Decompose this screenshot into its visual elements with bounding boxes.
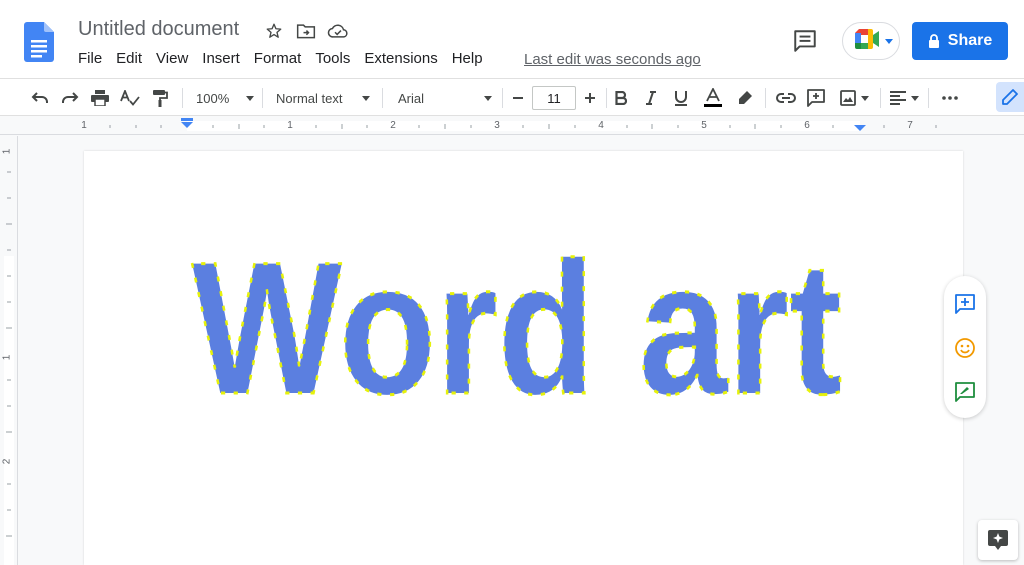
- bold-icon[interactable]: [610, 79, 632, 117]
- vertical-ruler[interactable]: 1 1 2: [0, 136, 18, 565]
- add-comment-side-icon[interactable]: [953, 292, 977, 316]
- align-button[interactable]: [886, 79, 922, 117]
- last-edit-link[interactable]: Last edit was seconds ago: [524, 51, 701, 68]
- explore-icon: [988, 530, 1008, 550]
- undo-icon[interactable]: [28, 79, 52, 117]
- insert-link-icon[interactable]: [773, 79, 799, 117]
- print-icon[interactable]: [88, 79, 112, 117]
- editing-mode-button[interactable]: [996, 82, 1024, 112]
- toolbar: 100% Normal text Arial 11: [0, 78, 1024, 116]
- zoom-caret-icon: [246, 95, 254, 101]
- menu-edit[interactable]: Edit: [116, 50, 142, 67]
- italic-icon[interactable]: [640, 79, 662, 117]
- font-caret-icon: [484, 95, 492, 101]
- title-icons: [262, 19, 350, 43]
- share-button[interactable]: Share: [912, 22, 1008, 60]
- menu-help[interactable]: Help: [452, 50, 483, 67]
- paragraph-style-value: Normal text: [276, 90, 343, 106]
- spellcheck-icon[interactable]: [118, 79, 142, 117]
- add-comment-icon[interactable]: [804, 79, 828, 117]
- toolbar-divider: [262, 88, 263, 108]
- highlight-color-icon[interactable]: [733, 79, 757, 117]
- menu-view[interactable]: View: [156, 50, 188, 67]
- style-caret-icon: [362, 95, 370, 101]
- share-label: Share: [947, 32, 993, 49]
- image-caret-icon: [860, 95, 869, 101]
- toolbar-divider: [880, 88, 881, 108]
- vruler-ticks: [6, 171, 12, 537]
- toolbar-divider: [928, 88, 929, 108]
- font-value: Arial: [398, 90, 425, 106]
- document-page[interactable]: Word art: [84, 151, 963, 565]
- explore-button[interactable]: [978, 520, 1018, 560]
- toolbar-divider: [382, 88, 383, 108]
- increase-font-size-icon[interactable]: [578, 79, 602, 117]
- menu-tools[interactable]: Tools: [315, 50, 350, 67]
- lock-icon: [928, 34, 939, 48]
- align-caret-icon: [910, 95, 919, 101]
- paragraph-style-select[interactable]: Normal text: [270, 79, 376, 117]
- suggest-edits-icon[interactable]: [953, 380, 977, 404]
- toolbar-divider: [182, 88, 183, 108]
- zoom-select[interactable]: 100%: [190, 79, 260, 117]
- toolbar-divider: [606, 88, 607, 108]
- meet-caret-icon: [885, 38, 893, 44]
- insert-image-button[interactable]: [834, 79, 874, 117]
- comment-history-icon[interactable]: [792, 28, 820, 54]
- emoji-reaction-icon[interactable]: [953, 336, 977, 360]
- text-color-icon[interactable]: [701, 79, 725, 117]
- move-folder-icon[interactable]: [294, 19, 318, 43]
- toolbar-divider: [765, 88, 766, 108]
- more-options-icon[interactable]: [938, 79, 962, 117]
- font-select[interactable]: Arial: [392, 79, 498, 117]
- font-size-input[interactable]: 11: [532, 86, 576, 110]
- floating-side-actions: [944, 276, 986, 418]
- redo-icon[interactable]: [58, 79, 82, 117]
- word-art-text[interactable]: Word art: [191, 243, 844, 413]
- menu-extensions[interactable]: Extensions: [364, 50, 437, 67]
- menu-bar: File Edit View Insert Format Tools Exten…: [78, 50, 497, 67]
- image-icon: [839, 90, 856, 106]
- docs-logo-icon[interactable]: [24, 22, 54, 62]
- docs-app: Untitled document File Edit View Insert …: [0, 0, 1024, 565]
- menu-insert[interactable]: Insert: [202, 50, 240, 67]
- star-icon[interactable]: [262, 19, 286, 43]
- underline-icon[interactable]: [670, 79, 692, 117]
- toolbar-divider: [502, 88, 503, 108]
- horizontal-ruler[interactable]: 1 1 2 3 4 5 6 7: [0, 117, 1024, 135]
- pencil-icon: [1002, 89, 1018, 105]
- header: Untitled document File Edit View Insert …: [0, 0, 1024, 78]
- menu-format[interactable]: Format: [254, 50, 302, 67]
- zoom-value: 100%: [196, 90, 230, 106]
- meet-button[interactable]: [842, 22, 900, 60]
- menu-file[interactable]: File: [78, 50, 102, 67]
- align-left-icon: [889, 91, 906, 105]
- document-title[interactable]: Untitled document: [78, 18, 239, 41]
- cloud-saved-icon[interactable]: [326, 19, 350, 43]
- paint-format-icon[interactable]: [148, 79, 172, 117]
- meet-icon: [853, 28, 881, 55]
- word-art-drawing[interactable]: Word art: [182, 243, 852, 413]
- decrease-font-size-icon[interactable]: [506, 79, 530, 117]
- ruler-ticks: [109, 118, 937, 131]
